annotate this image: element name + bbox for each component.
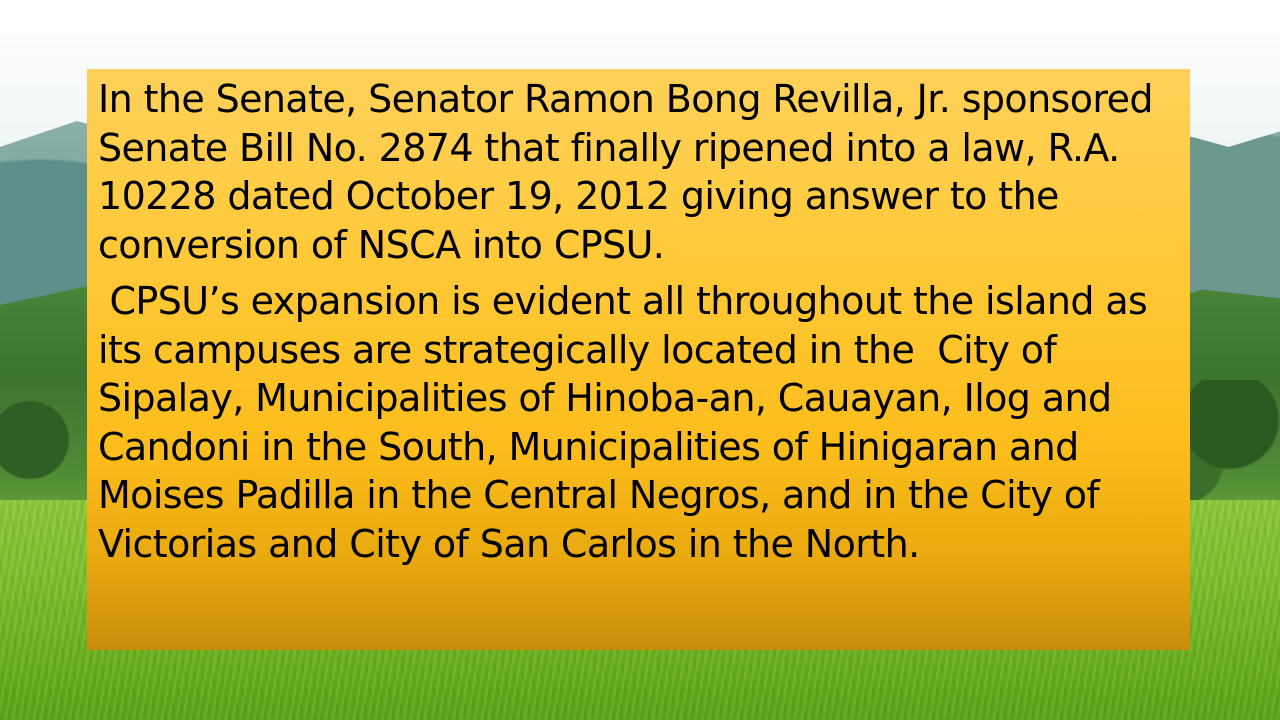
slide: In the Senate, Senator Ramon Bong Revill… — [0, 0, 1280, 720]
text-box: In the Senate, Senator Ramon Bong Revill… — [87, 69, 1190, 650]
paragraph-senate-bill: In the Senate, Senator Ramon Bong Revill… — [98, 77, 1165, 267]
paragraph-cpsu-expansion: CPSU’s expansion is evident all througho… — [98, 279, 1159, 566]
